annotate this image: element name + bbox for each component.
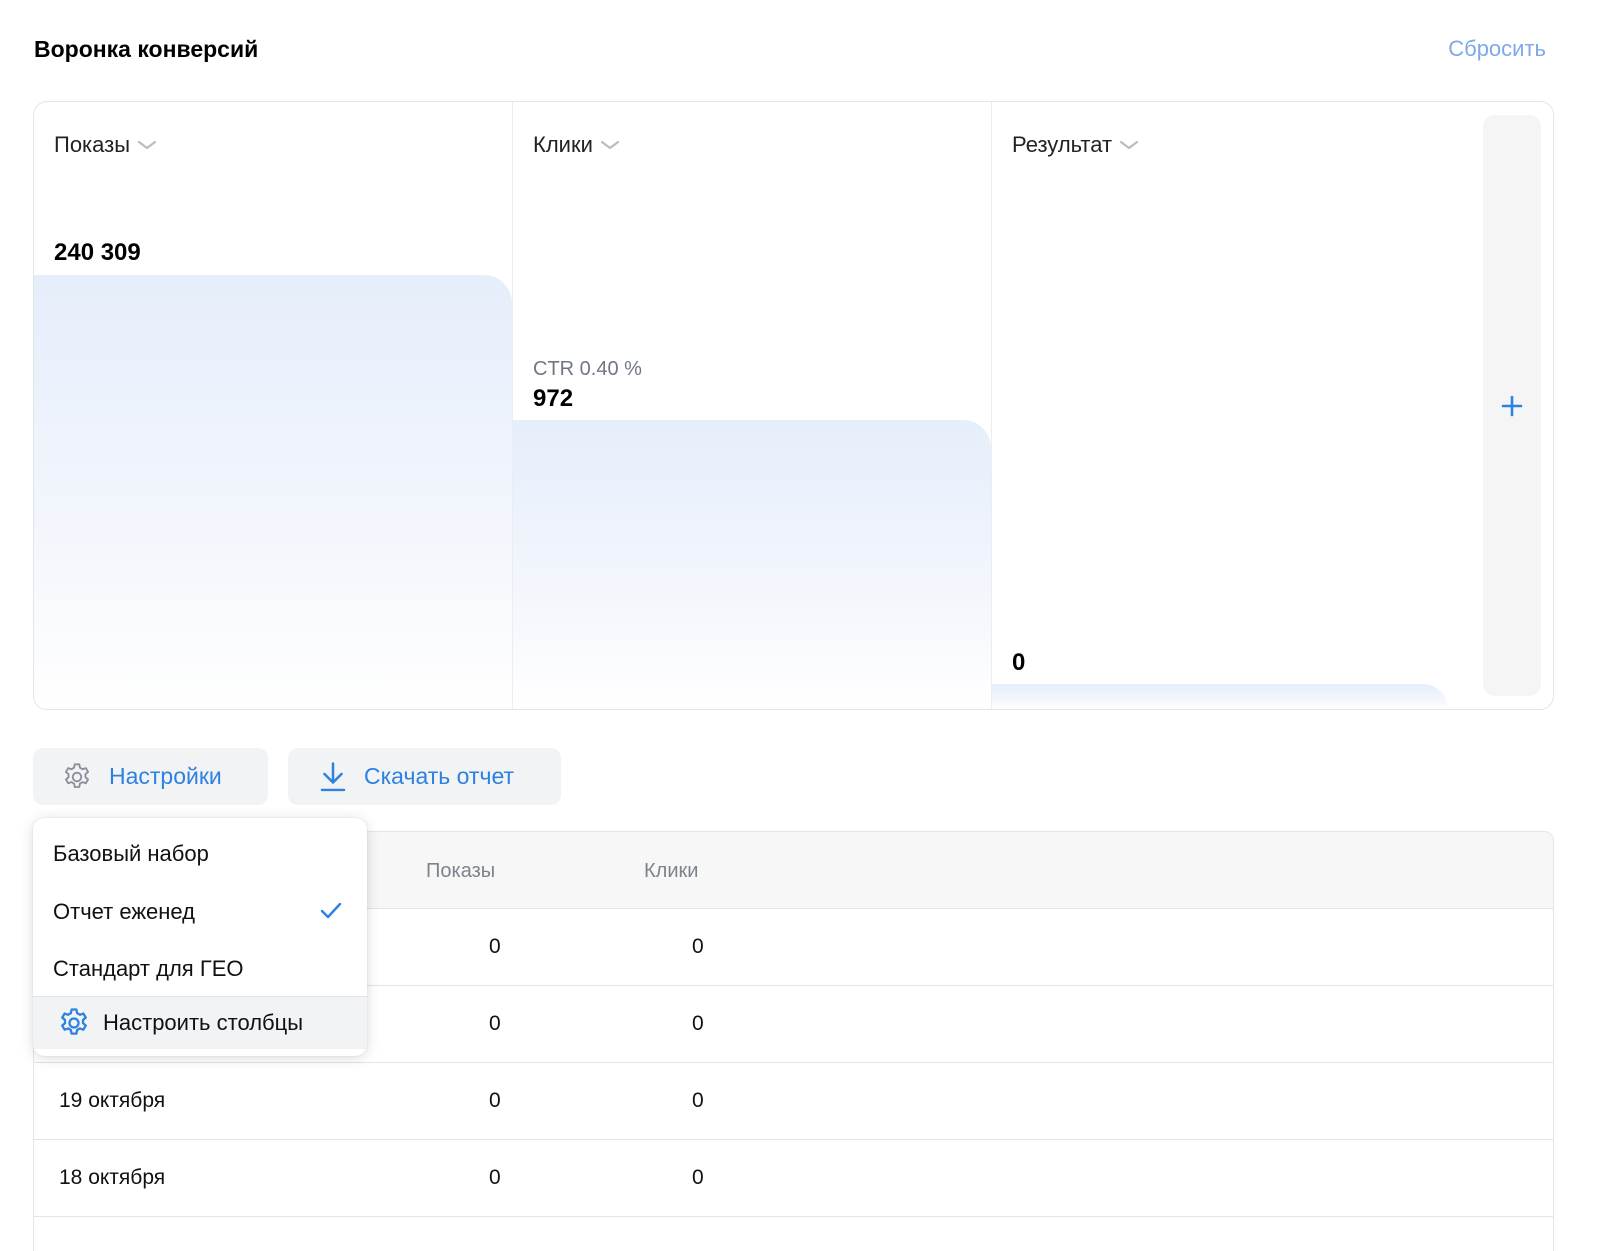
funnel-column-shows: Показы 240 309 xyxy=(34,102,513,709)
chevron-down-icon xyxy=(137,140,157,150)
configure-columns-button[interactable]: Настроить столбцы xyxy=(33,997,367,1049)
funnel-column-selector-shows[interactable]: Показы xyxy=(54,132,158,158)
chevron-down-icon xyxy=(1119,140,1139,150)
funnel-column-clicks: Клики CTR 0.40 % 972 xyxy=(513,102,992,709)
funnel-bar xyxy=(513,420,991,709)
funnel-bar xyxy=(992,684,1448,709)
download-button-label: Скачать отчет xyxy=(364,763,515,789)
configure-columns-label: Настроить столбцы xyxy=(103,1010,304,1035)
row-date: 18 октября xyxy=(59,1166,166,1189)
funnel-bar xyxy=(34,275,512,709)
funnel-column-result: Результат 0 xyxy=(992,102,1468,709)
gear-icon xyxy=(61,1008,87,1035)
funnel-value: 0 xyxy=(1012,649,1026,676)
dropdown-item-label: Отчет еженед xyxy=(53,898,196,924)
row-shows: 0 xyxy=(489,1166,501,1189)
dropdown-item-label: Базовый набор xyxy=(53,840,209,866)
row-clicks: 0 xyxy=(692,1166,704,1189)
funnel-metric: CTR 0.40 % xyxy=(533,358,642,380)
row-clicks: 0 xyxy=(692,1012,704,1035)
funnel-column-label: Показы xyxy=(54,132,131,157)
settings-dropdown: Базовый набор Отчет еженед Стандарт для … xyxy=(33,818,367,1056)
funnel-column-selector-clicks[interactable]: Клики xyxy=(533,132,621,158)
row-clicks: 0 xyxy=(692,935,704,958)
funnel-column-label: Клики xyxy=(533,132,593,157)
dropdown-item-geo-standard[interactable]: Стандарт для ГЕО xyxy=(33,940,367,997)
funnel-column-label: Результат xyxy=(1012,132,1113,157)
row-shows: 0 xyxy=(489,1012,501,1035)
row-shows: 0 xyxy=(489,935,501,958)
settings-button[interactable]: Настройки xyxy=(33,748,268,805)
funnel-value: 972 xyxy=(533,385,574,412)
page-title: Воронка конверсий xyxy=(34,36,259,62)
reset-button[interactable]: Сбросить xyxy=(1448,36,1546,62)
table-row: 18 октября 0 0 xyxy=(34,1140,1553,1217)
row-clicks: 0 xyxy=(692,1089,704,1112)
row-date: 19 октября xyxy=(59,1089,166,1112)
download-report-button[interactable]: Скачать отчет xyxy=(288,748,561,805)
dropdown-item-label: Стандарт для ГЕО xyxy=(53,955,244,981)
dropdown-item-weekly-report[interactable]: Отчет еженед xyxy=(33,883,367,940)
chevron-down-icon xyxy=(600,140,619,150)
column-header-shows[interactable]: Показы xyxy=(426,860,495,883)
dropdown-item-basic-set[interactable]: Базовый набор xyxy=(33,825,367,882)
column-header-clicks[interactable]: Клики xyxy=(644,860,698,883)
add-funnel-column-button[interactable] xyxy=(1483,115,1541,696)
table-row: 19 октября 0 0 xyxy=(34,1063,1553,1140)
download-icon xyxy=(320,761,346,791)
funnel-value: 240 309 xyxy=(54,239,141,266)
conversion-funnel: Показы 240 309 Клики CTR 0.40 % 972 Резу… xyxy=(33,101,1554,710)
row-shows: 0 xyxy=(489,1089,501,1112)
plus-icon xyxy=(1501,395,1523,416)
settings-button-label: Настройки xyxy=(109,763,222,789)
check-icon xyxy=(320,902,342,919)
funnel-column-selector-result[interactable]: Результат xyxy=(1012,132,1140,158)
gear-icon xyxy=(65,762,89,788)
